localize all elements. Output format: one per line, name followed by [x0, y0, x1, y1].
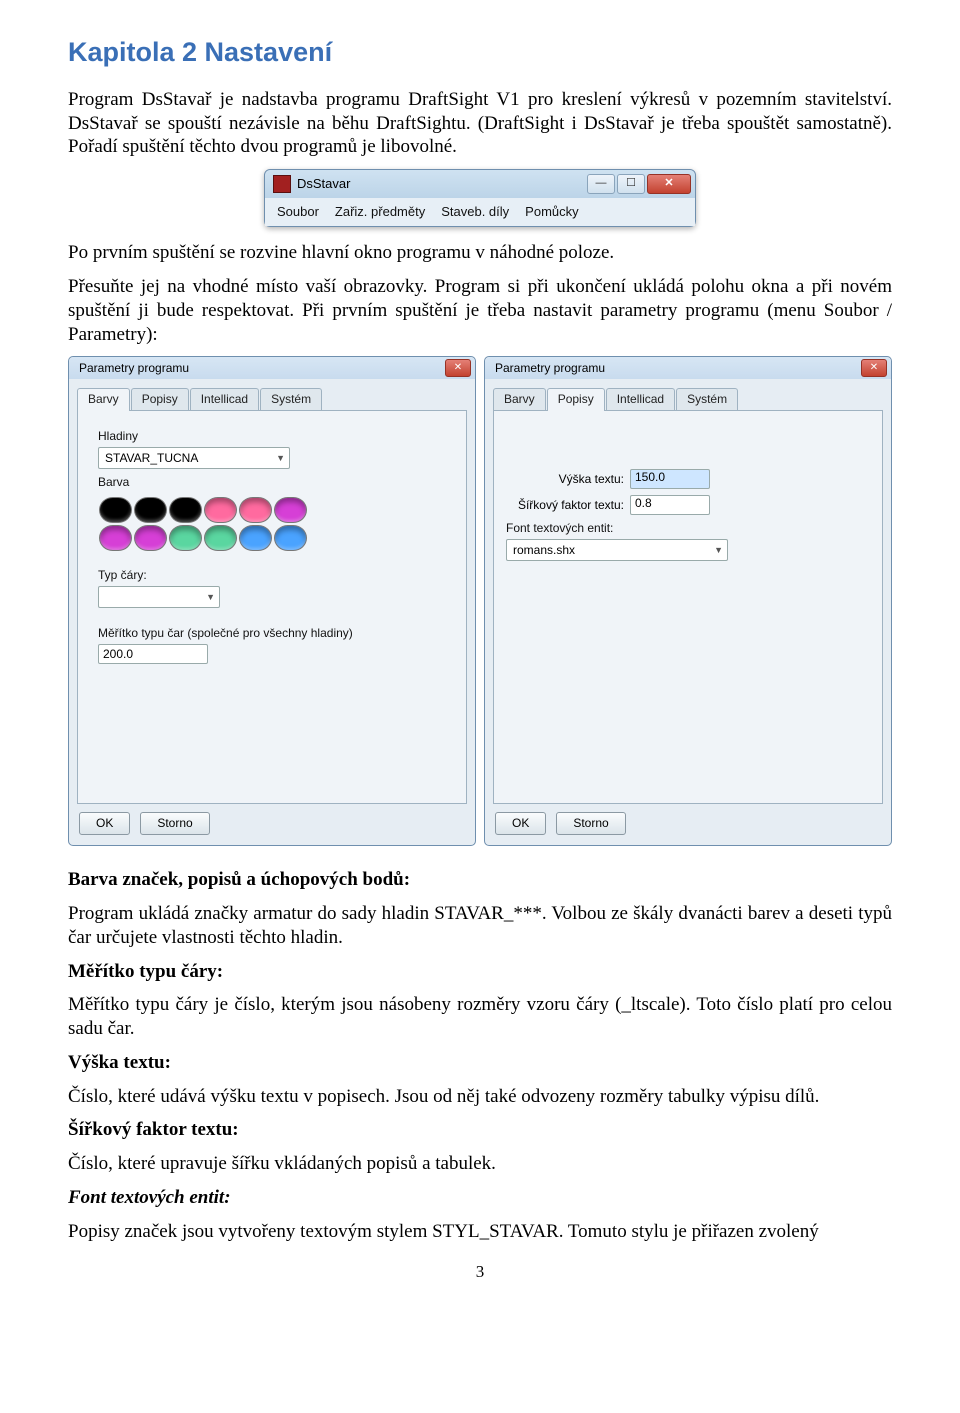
font-entit-label: Font textových entit:	[506, 521, 870, 536]
dialog-title: Parametry programu	[495, 361, 861, 376]
ok-button[interactable]: OK	[495, 812, 546, 835]
tab-barvy[interactable]: Barvy	[77, 388, 130, 411]
window-titlebar[interactable]: DsStavar	[265, 170, 695, 198]
color-swatch[interactable]	[239, 497, 272, 523]
font-entit-value: romans.shx	[513, 543, 575, 558]
color-swatch[interactable]	[99, 497, 132, 523]
section-heading-sirkovy: Šířkový faktor textu:	[68, 1118, 892, 1142]
color-swatch[interactable]	[204, 525, 237, 551]
paragraph-2: Po prvním spuštění se rozvine hlavní okn…	[68, 241, 892, 265]
color-swatch[interactable]	[169, 497, 202, 523]
sirkovy-faktor-value: 0.8	[635, 496, 652, 510]
maximize-button[interactable]	[617, 174, 645, 194]
parametry-dialog-barvy: Parametry programu Barvy Popisy Intellic…	[68, 356, 476, 846]
storno-button[interactable]: Storno	[140, 812, 209, 835]
section-para-barva: Program ukládá značky armatur do sady hl…	[68, 902, 892, 950]
hladiny-value: STAVAR_TUCNA	[105, 451, 198, 466]
chevron-down-icon: ▼	[714, 545, 723, 556]
dialog-titlebar[interactable]: Parametry programu	[485, 357, 891, 379]
color-swatch[interactable]	[99, 525, 132, 551]
ok-button[interactable]: OK	[79, 812, 130, 835]
color-swatch[interactable]	[169, 525, 202, 551]
tab-popisy[interactable]: Popisy	[547, 388, 605, 411]
section-heading-font: Font textových entit:	[68, 1186, 892, 1210]
chevron-down-icon: ▼	[276, 453, 285, 464]
chapter-heading: Kapitola 2 Nastavení	[68, 36, 892, 70]
tab-system[interactable]: Systém	[260, 388, 322, 411]
dialog-buttons: OK Storno	[485, 804, 891, 845]
vyska-textu-label: Výška textu:	[514, 472, 624, 487]
color-swatch[interactable]	[134, 497, 167, 523]
tab-barvy[interactable]: Barvy	[493, 388, 546, 411]
dialog-close-button[interactable]	[445, 359, 471, 377]
vyska-textu-value: 150.0	[635, 470, 665, 484]
typ-cary-label: Typ čáry:	[98, 568, 454, 583]
hladiny-label: Hladiny	[98, 429, 454, 444]
tab-body-barvy: Hladiny STAVAR_TUCNA ▼ Barva	[77, 410, 467, 804]
color-swatch[interactable]	[134, 525, 167, 551]
section-para-meritko: Měřítko typu čáry je číslo, kterým jsou …	[68, 993, 892, 1041]
dialogs-row: Parametry programu Barvy Popisy Intellic…	[68, 356, 892, 846]
dialog-close-button[interactable]	[861, 359, 887, 377]
hladiny-combo[interactable]: STAVAR_TUCNA ▼	[98, 447, 290, 469]
color-swatch[interactable]	[274, 525, 307, 551]
minimize-button[interactable]	[587, 174, 615, 194]
meritko-input[interactable]: 200.0	[98, 644, 208, 664]
chevron-down-icon: ▼	[206, 592, 215, 603]
menu-bar: Soubor Zařiz. předměty Staveb. díly Pomů…	[265, 198, 695, 226]
section-para-sirkovy: Číslo, které upravuje šířku vkládaných p…	[68, 1152, 892, 1176]
sirkovy-faktor-label: Šířkový faktor textu:	[514, 498, 624, 513]
dsstavar-window: DsStavar Soubor Zařiz. předměty Staveb. …	[264, 169, 696, 227]
tabs-row: Barvy Popisy Intellicad Systém	[69, 379, 475, 410]
section-heading-meritko: Měřítko typu čáry:	[68, 960, 892, 984]
tab-intellicad[interactable]: Intellicad	[606, 388, 675, 411]
dialog-title: Parametry programu	[79, 361, 445, 376]
intro-paragraph-1: Program DsStavař je nadstavba programu D…	[68, 88, 892, 159]
meritko-label: Měřítko typu čar (společné pro všechny h…	[98, 626, 454, 641]
section-para-font: Popisy značek jsou vytvořeny textovým st…	[68, 1220, 892, 1244]
tab-system[interactable]: Systém	[676, 388, 738, 411]
storno-button[interactable]: Storno	[556, 812, 625, 835]
typ-cary-combo[interactable]: ▼	[98, 586, 220, 608]
app-icon	[273, 175, 291, 193]
section-heading-barva: Barva značek, popisů a úchopových bodů:	[68, 868, 892, 892]
tab-popisy[interactable]: Popisy	[131, 388, 189, 411]
menu-zariz-predmety[interactable]: Zařiz. předměty	[335, 204, 425, 220]
section-para-vyska: Číslo, které udává výšku textu v popisec…	[68, 1085, 892, 1109]
parametry-dialog-popisy: Parametry programu Barvy Popisy Intellic…	[484, 356, 892, 846]
tabs-row: Barvy Popisy Intellicad Systém	[485, 379, 891, 410]
window-title: DsStavar	[297, 176, 587, 192]
vyska-textu-input[interactable]: 150.0	[630, 469, 710, 489]
page-number: 3	[68, 1261, 892, 1282]
tab-body-popisy: Výška textu: 150.0 Šířkový faktor textu:…	[493, 410, 883, 804]
section-heading-vyska: Výška textu:	[68, 1051, 892, 1075]
menu-pomucky[interactable]: Pomůcky	[525, 204, 578, 220]
barva-label: Barva	[98, 475, 454, 490]
tab-intellicad[interactable]: Intellicad	[190, 388, 259, 411]
dialog-buttons: OK Storno	[69, 804, 475, 845]
color-swatch[interactable]	[204, 497, 237, 523]
dialog-titlebar[interactable]: Parametry programu	[69, 357, 475, 379]
close-button[interactable]	[647, 174, 691, 194]
color-swatch[interactable]	[239, 525, 272, 551]
paragraph-3: Přesuňte jej na vhodné místo vaší obrazo…	[68, 275, 892, 346]
sirkovy-faktor-input[interactable]: 0.8	[630, 495, 710, 515]
menu-staveb-dily[interactable]: Staveb. díly	[441, 204, 509, 220]
font-entit-combo[interactable]: romans.shx ▼	[506, 539, 728, 561]
window-controls	[587, 174, 691, 194]
menu-soubor[interactable]: Soubor	[277, 204, 319, 220]
color-swatches	[98, 496, 308, 552]
meritko-value: 200.0	[103, 647, 133, 662]
color-swatch[interactable]	[274, 497, 307, 523]
